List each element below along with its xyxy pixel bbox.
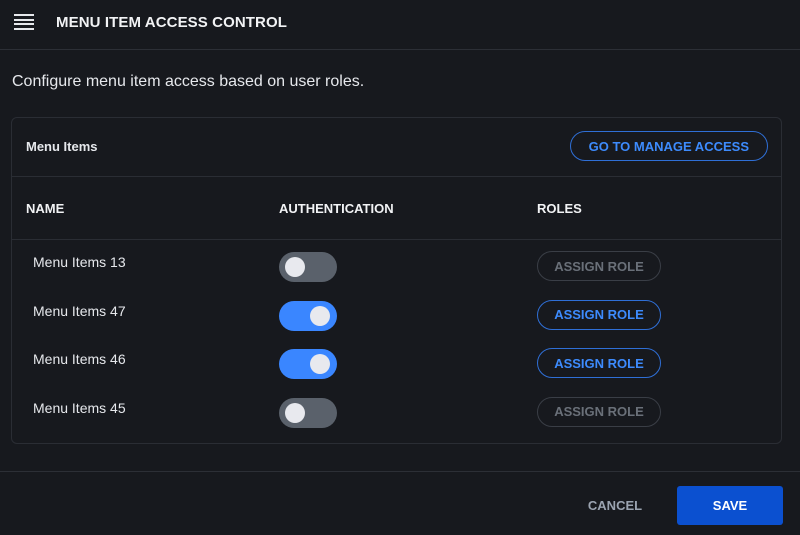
menu-items-card: Menu Items GO TO MANAGE ACCESS NAME AUTH… xyxy=(11,117,782,444)
toggle-knob xyxy=(285,402,305,423)
assign-role-button[interactable]: ASSIGN ROLE xyxy=(537,251,661,281)
table-row: Menu Items 47 ASSIGN ROLE xyxy=(12,289,781,337)
app-header: MENU ITEM ACCESS CONTROL xyxy=(0,0,800,50)
menu-item-name: Menu Items 46 xyxy=(33,351,126,367)
cancel-button[interactable]: CANCEL xyxy=(572,486,658,524)
save-button[interactable]: SAVE xyxy=(677,486,783,525)
table-row: Menu Items 45 ASSIGN ROLE xyxy=(12,386,781,434)
toggle-knob xyxy=(285,257,305,277)
card-title: Menu Items xyxy=(26,139,98,154)
table-header: NAME AUTHENTICATION ROLES xyxy=(12,177,781,240)
table-row: Menu Items 46 ASSIGN ROLE xyxy=(12,337,781,385)
authentication-toggle[interactable] xyxy=(279,397,337,428)
menu-item-name: Menu Items 45 xyxy=(33,399,126,416)
toggle-knob xyxy=(310,354,330,374)
column-header-roles: ROLES xyxy=(537,201,582,216)
card-header: Menu Items GO TO MANAGE ACCESS xyxy=(12,118,781,177)
column-header-name: NAME xyxy=(26,201,65,216)
authentication-toggle[interactable] xyxy=(279,252,337,282)
hamburger-icon[interactable] xyxy=(14,14,34,30)
assign-role-button[interactable]: ASSIGN ROLE xyxy=(537,348,661,378)
page-title: MENU ITEM ACCESS CONTROL xyxy=(56,14,288,31)
toggle-knob xyxy=(310,305,330,326)
footer-actions: CANCEL SAVE xyxy=(0,471,800,535)
authentication-toggle[interactable] xyxy=(279,349,337,379)
assign-role-button[interactable]: ASSIGN ROLE xyxy=(537,396,661,427)
authentication-toggle[interactable] xyxy=(279,300,337,331)
menu-item-name: Menu Items 47 xyxy=(33,302,126,319)
menu-item-name: Menu Items 13 xyxy=(33,254,126,270)
go-to-manage-access-button[interactable]: GO TO MANAGE ACCESS xyxy=(569,131,768,161)
table-row: Menu Items 13 ASSIGN ROLE xyxy=(12,240,781,288)
assign-role-button[interactable]: ASSIGN ROLE xyxy=(537,299,661,330)
page-description: Configure menu item access based on user… xyxy=(12,73,365,90)
column-header-authentication: AUTHENTICATION xyxy=(279,201,394,216)
